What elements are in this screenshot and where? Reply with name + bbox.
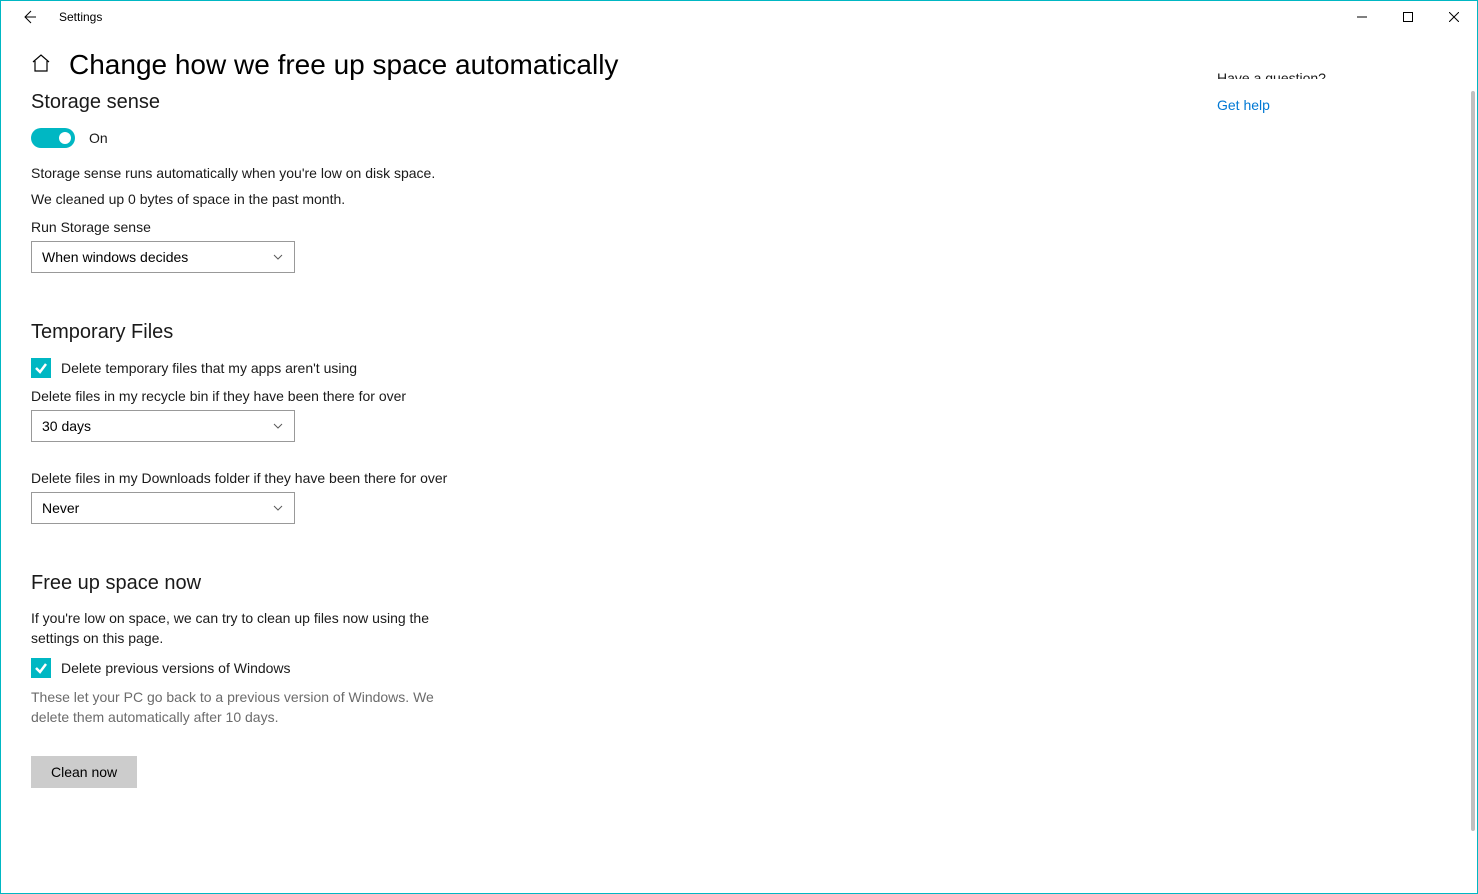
dropdown-value: When windows decides <box>42 249 188 265</box>
delete-previous-versions-checkbox[interactable] <box>31 658 51 678</box>
back-button[interactable] <box>9 1 49 33</box>
checkmark-icon <box>34 661 48 675</box>
free-up-space-heading: Free up space now <box>31 572 671 595</box>
recycle-bin-label: Delete files in my recycle bin if they h… <box>31 388 671 404</box>
toggle-label: On <box>89 130 108 146</box>
run-storage-sense-dropdown[interactable]: When windows decides <box>31 241 295 273</box>
dropdown-value: 30 days <box>42 418 91 434</box>
dropdown-value: Never <box>42 500 79 516</box>
toggle-knob <box>59 132 71 144</box>
page-title: Change how we free up space automaticall… <box>69 49 618 81</box>
free-up-description: If you're low on space, we can try to cl… <box>31 609 441 648</box>
minimize-icon <box>1357 12 1367 22</box>
close-icon <box>1449 12 1459 22</box>
delete-temp-files-label: Delete temporary files that my apps aren… <box>61 360 357 376</box>
recycle-bin-dropdown[interactable]: 30 days <box>31 410 295 442</box>
chevron-down-icon <box>272 502 284 514</box>
storage-sense-toggle[interactable] <box>31 128 75 148</box>
vertical-scrollbar[interactable] <box>1471 91 1475 831</box>
storage-sense-description-2: We cleaned up 0 bytes of space in the pa… <box>31 190 671 210</box>
window-title: Settings <box>59 10 102 24</box>
clean-now-button[interactable]: Clean now <box>31 756 137 788</box>
close-button[interactable] <box>1431 1 1477 33</box>
chevron-down-icon <box>272 420 284 432</box>
chevron-down-icon <box>272 251 284 263</box>
back-arrow-icon <box>21 9 37 25</box>
maximize-icon <box>1403 12 1413 22</box>
home-icon <box>31 53 51 73</box>
get-help-link[interactable]: Get help <box>1217 97 1270 113</box>
delete-temp-files-checkbox[interactable] <box>31 358 51 378</box>
delete-previous-versions-label: Delete previous versions of Windows <box>61 660 291 676</box>
downloads-dropdown[interactable]: Never <box>31 492 295 524</box>
aside-cutoff-text: Have a question? <box>1217 71 1437 79</box>
checkmark-icon <box>34 361 48 375</box>
home-button[interactable] <box>31 53 51 78</box>
minimize-button[interactable] <box>1339 1 1385 33</box>
maximize-button[interactable] <box>1385 1 1431 33</box>
storage-sense-description-1: Storage sense runs automatically when yo… <box>31 164 671 184</box>
previous-versions-description: These let your PC go back to a previous … <box>31 688 441 727</box>
downloads-label: Delete files in my Downloads folder if t… <box>31 470 671 486</box>
run-storage-sense-label: Run Storage sense <box>31 219 671 235</box>
temporary-files-heading: Temporary Files <box>31 321 671 344</box>
storage-sense-heading: Storage sense <box>31 91 671 114</box>
